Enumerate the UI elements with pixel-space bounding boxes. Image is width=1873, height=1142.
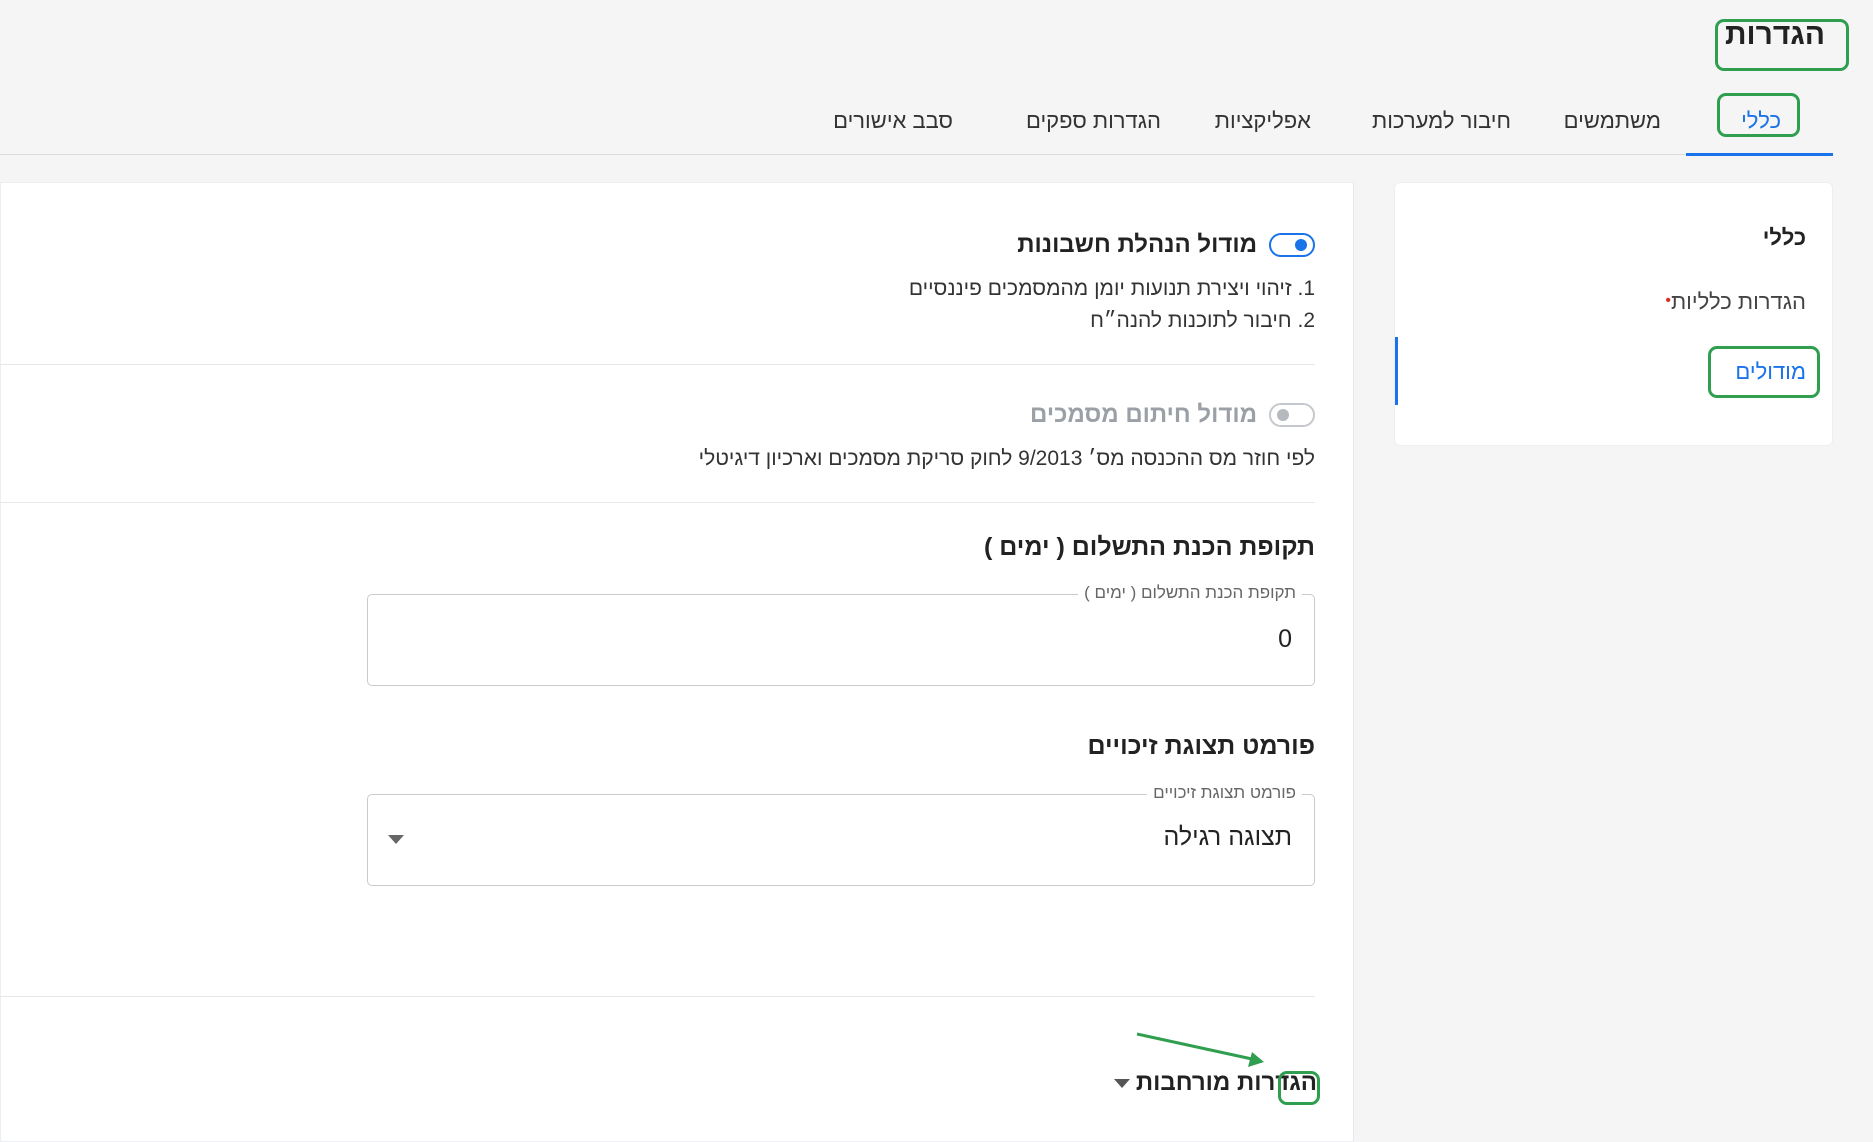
page-title: הגדרות <box>1725 18 1825 51</box>
credit-format-selected-value: תצוגה רגילה <box>1163 823 1292 851</box>
advanced-settings-label: הגדרות מורחבות <box>1135 1069 1317 1096</box>
divider <box>0 996 1315 997</box>
signing-module-description: לפי חוזר מס ההכנסה מס׳ 9/2013 לחוק סריקת… <box>698 447 1315 470</box>
sidebar-heading: כללי <box>1762 225 1806 250</box>
toggle-knob <box>1295 239 1307 251</box>
credit-format-field-label: פורמט תצוגת זיכויים <box>1147 783 1302 803</box>
sidebar-item-label: הגדרות כלליות <box>1670 289 1806 314</box>
tab-general[interactable]: כללי <box>1741 88 1781 154</box>
divider <box>0 502 1315 503</box>
payment-period-field-label: תקופת הכנת התשלום ( ימים ) <box>1078 583 1302 603</box>
advanced-settings-toggle[interactable]: הגדרות מורחבות <box>1113 1069 1317 1097</box>
payment-period-field[interactable]: תקופת הכנת התשלום ( ימים ) <box>367 583 1315 686</box>
modules-panel: מודול הנהלת חשבונות 1. זיהוי ויצירת תנוע… <box>0 182 1354 1142</box>
tab-approval-round[interactable]: סבב אישורים <box>833 88 953 154</box>
sidebar-item-modules[interactable]: מודולים <box>1735 359 1806 385</box>
active-tab-indicator <box>1686 153 1833 156</box>
signing-module-toggle[interactable] <box>1269 403 1315 427</box>
toggle-knob <box>1277 409 1289 421</box>
tab-system-connections[interactable]: חיבור למערכות <box>1372 88 1511 154</box>
sidebar-item-general-settings[interactable]: הגדרות כלליות• <box>1657 289 1806 315</box>
dropdown-arrow-icon <box>388 835 404 844</box>
signing-module-title: מודול חיתום מסמכים <box>1030 401 1257 428</box>
tab-bar: כללי משתמשים חיבור למערכות אפליקציות הגד… <box>0 88 1833 156</box>
chevron-down-icon <box>1113 1078 1130 1088</box>
divider <box>0 364 1315 365</box>
tab-supplier-settings[interactable]: הגדרות ספקים <box>1026 88 1161 154</box>
tab-applications[interactable]: אפליקציות <box>1215 88 1311 154</box>
accounting-module-toggle[interactable] <box>1269 233 1315 257</box>
payment-period-input[interactable] <box>412 615 1292 663</box>
accounting-module-header: מודול הנהלת חשבונות <box>1017 231 1315 259</box>
credit-format-title: פורמט תצוגת זיכויים <box>1087 732 1315 760</box>
tab-users[interactable]: משתמשים <box>1564 88 1661 154</box>
accounting-module-line-1: 1. זיהוי ויצירת תנועות יומן מהמסמכים פינ… <box>908 277 1315 300</box>
credit-format-select[interactable]: פורמט תצוגת זיכויים תצוגה רגילה <box>367 783 1315 886</box>
payment-period-title: תקופת הכנת התשלום ( ימים ) <box>984 533 1315 561</box>
signing-module-header: מודול חיתום מסמכים <box>1030 401 1315 429</box>
accounting-module-title: מודול הנהלת חשבונות <box>1017 231 1257 258</box>
accounting-module-line-2: 2. חיבור לתוכנות להנה״ח <box>1090 309 1315 332</box>
settings-sidebar: כללי הגדרות כלליות• מודולים <box>1394 182 1833 446</box>
active-sidebar-indicator <box>1395 337 1398 405</box>
